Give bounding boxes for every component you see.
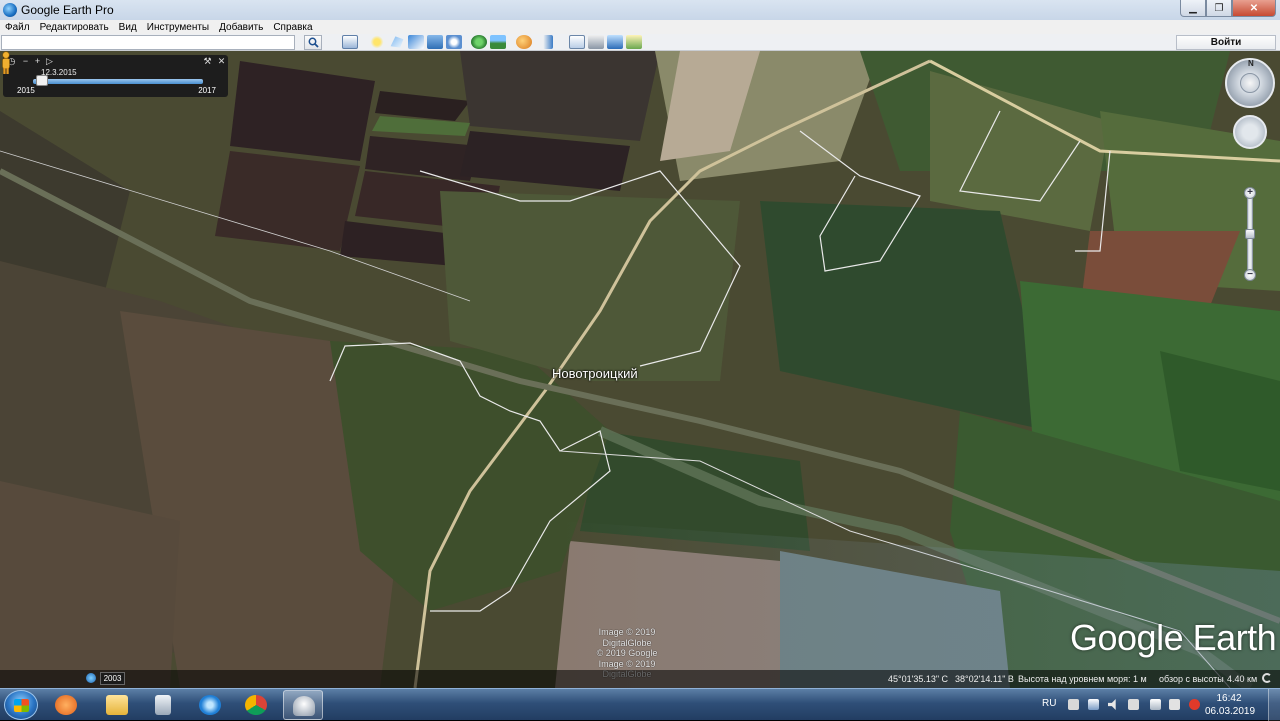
tray-flag-icon[interactable] [1128,699,1139,710]
restore-icon: ❐ [1214,2,1224,14]
slider-end-year: 2017 [198,86,216,95]
close-icon: ✕ [1249,2,1259,14]
start-button[interactable] [4,690,38,720]
ruler-icon[interactable] [543,35,553,49]
show-desktop-button[interactable] [1268,689,1280,721]
slider-track[interactable] [33,79,203,84]
record-tour-icon[interactable] [446,35,462,49]
system-clock[interactable]: 16:42 06.03.2019 [1205,692,1256,718]
menu-bar: Файл Редактировать Вид Инструменты Добав… [0,20,1280,34]
windows-taskbar: RU 16:42 06.03.2019 [0,688,1280,721]
settings-wrench-icon[interactable]: ⚒ [203,57,212,66]
power-icon[interactable] [1150,699,1161,710]
media-player-icon [55,695,77,715]
print-icon[interactable] [588,35,604,49]
taskbar-file-explorer[interactable] [97,690,137,720]
taskbar-internet-explorer[interactable] [190,690,230,720]
menu-help[interactable]: Справка [268,22,317,33]
sun-icon[interactable] [490,35,506,49]
zoom-in-time-icon[interactable]: + [33,57,42,66]
history-globe-icon[interactable] [86,673,96,683]
security-alert-icon[interactable] [1189,699,1200,710]
elevation-value: 1 м [1133,674,1147,684]
toolbar: Войти [0,34,1280,51]
close-slider-icon[interactable]: ✕ [217,57,226,66]
chrome-icon [245,695,267,715]
zoom-out-button[interactable]: − [1244,269,1256,281]
google-earth-pro-icon [293,696,315,716]
zoom-in-button[interactable]: + [1244,187,1256,199]
volume-icon[interactable] [1108,699,1116,710]
clock-date: 06.03.2019 [1205,706,1256,717]
google-earth-icon [3,3,17,17]
view-in-maps-icon[interactable] [626,35,642,49]
taskbar-google-earth-pro[interactable] [283,690,323,720]
notification-icon[interactable] [1169,699,1180,710]
taskbar-chrome[interactable] [236,690,276,720]
look-joystick[interactable] [1240,73,1260,93]
path-icon[interactable] [408,35,424,49]
move-control[interactable] [1233,115,1267,149]
taskbar-media-player[interactable] [46,690,86,720]
close-button[interactable]: ✕ [1232,0,1276,17]
language-indicator[interactable]: RU [1042,698,1056,709]
menu-view[interactable]: Вид [114,22,142,33]
zoom-out-time-icon[interactable]: − [21,57,30,66]
save-image-icon[interactable] [607,35,623,49]
eye-altitude-label: обзор с высоты [1159,674,1224,684]
network-icon[interactable] [1088,699,1099,710]
compass-north-label: N [1248,59,1254,68]
elevation-label: Высота над уровнем моря: [1018,674,1131,684]
tray-app-icon[interactable] [1068,699,1079,710]
minimize-button[interactable]: ▁ [1180,0,1206,17]
menu-add[interactable]: Добавить [214,22,268,33]
menu-edit[interactable]: Редактировать [35,22,114,33]
search-button[interactable] [304,35,322,50]
search-input[interactable] [1,35,295,50]
internet-explorer-icon [199,695,221,715]
credit-line: Image © 2019 DigitalGlobe [598,627,656,648]
satellite-imagery [0,51,1280,688]
login-button[interactable]: Войти [1176,35,1276,50]
taskbar-calculator[interactable] [143,690,183,720]
historical-imagery-slider[interactable]: ◷ − + ▷ ⚒ ✕ 12.3.2015 2015 2017 [3,55,228,97]
historical-imagery-icon[interactable] [471,35,487,49]
windows-logo-icon [14,699,29,712]
animate-icon[interactable]: ▷ [45,57,54,66]
sidebar-icon[interactable] [342,35,358,49]
placemark-icon[interactable] [369,35,385,49]
menu-tools[interactable]: Инструменты [142,22,214,33]
menu-file[interactable]: Файл [0,22,35,33]
eye-altitude-value: 4.40 км [1227,674,1258,684]
place-label[interactable]: Новотроицкий [552,366,638,381]
status-bar: 2003 45°01'35.13" С 38°02'14.11" В Высот… [0,670,1280,688]
planets-icon[interactable] [516,35,532,49]
look-control[interactable]: N [1225,58,1275,108]
historical-year-badge[interactable]: 2003 [100,672,125,685]
window-controls: ▁ ❐ ✕ [1180,0,1276,17]
google-earth-logo: Google Earth [1070,617,1277,658]
image-overlay-icon[interactable] [427,35,443,49]
map-view[interactable]: ◷ − + ▷ ⚒ ✕ 12.3.2015 2015 2017 Новотрои… [0,51,1280,688]
slider-thumb[interactable] [35,75,48,86]
slider-start-year: 2015 [17,86,35,95]
window-title: Google Earth Pro [21,3,114,17]
polygon-icon[interactable] [390,36,404,48]
folder-icon [106,695,128,715]
latitude-readout: 45°01'35.13" С [888,674,949,684]
title-bar: Google Earth Pro ▁ ❐ ✕ [0,0,1280,20]
clock-time: 16:42 [1216,693,1242,704]
minimize-icon: ▁ [1189,2,1197,14]
email-icon[interactable] [569,35,585,49]
longitude-readout: 38°02'14.11" В [955,674,1014,684]
restore-button[interactable]: ❐ [1206,0,1232,17]
zoom-slider-thumb[interactable] [1245,229,1255,239]
loading-spinner-icon [1262,673,1272,683]
calculator-icon [155,695,171,715]
street-view-pegman-icon[interactable] [0,51,12,75]
search-icon [308,37,319,48]
credit-line: © 2019 Google [596,648,658,658]
